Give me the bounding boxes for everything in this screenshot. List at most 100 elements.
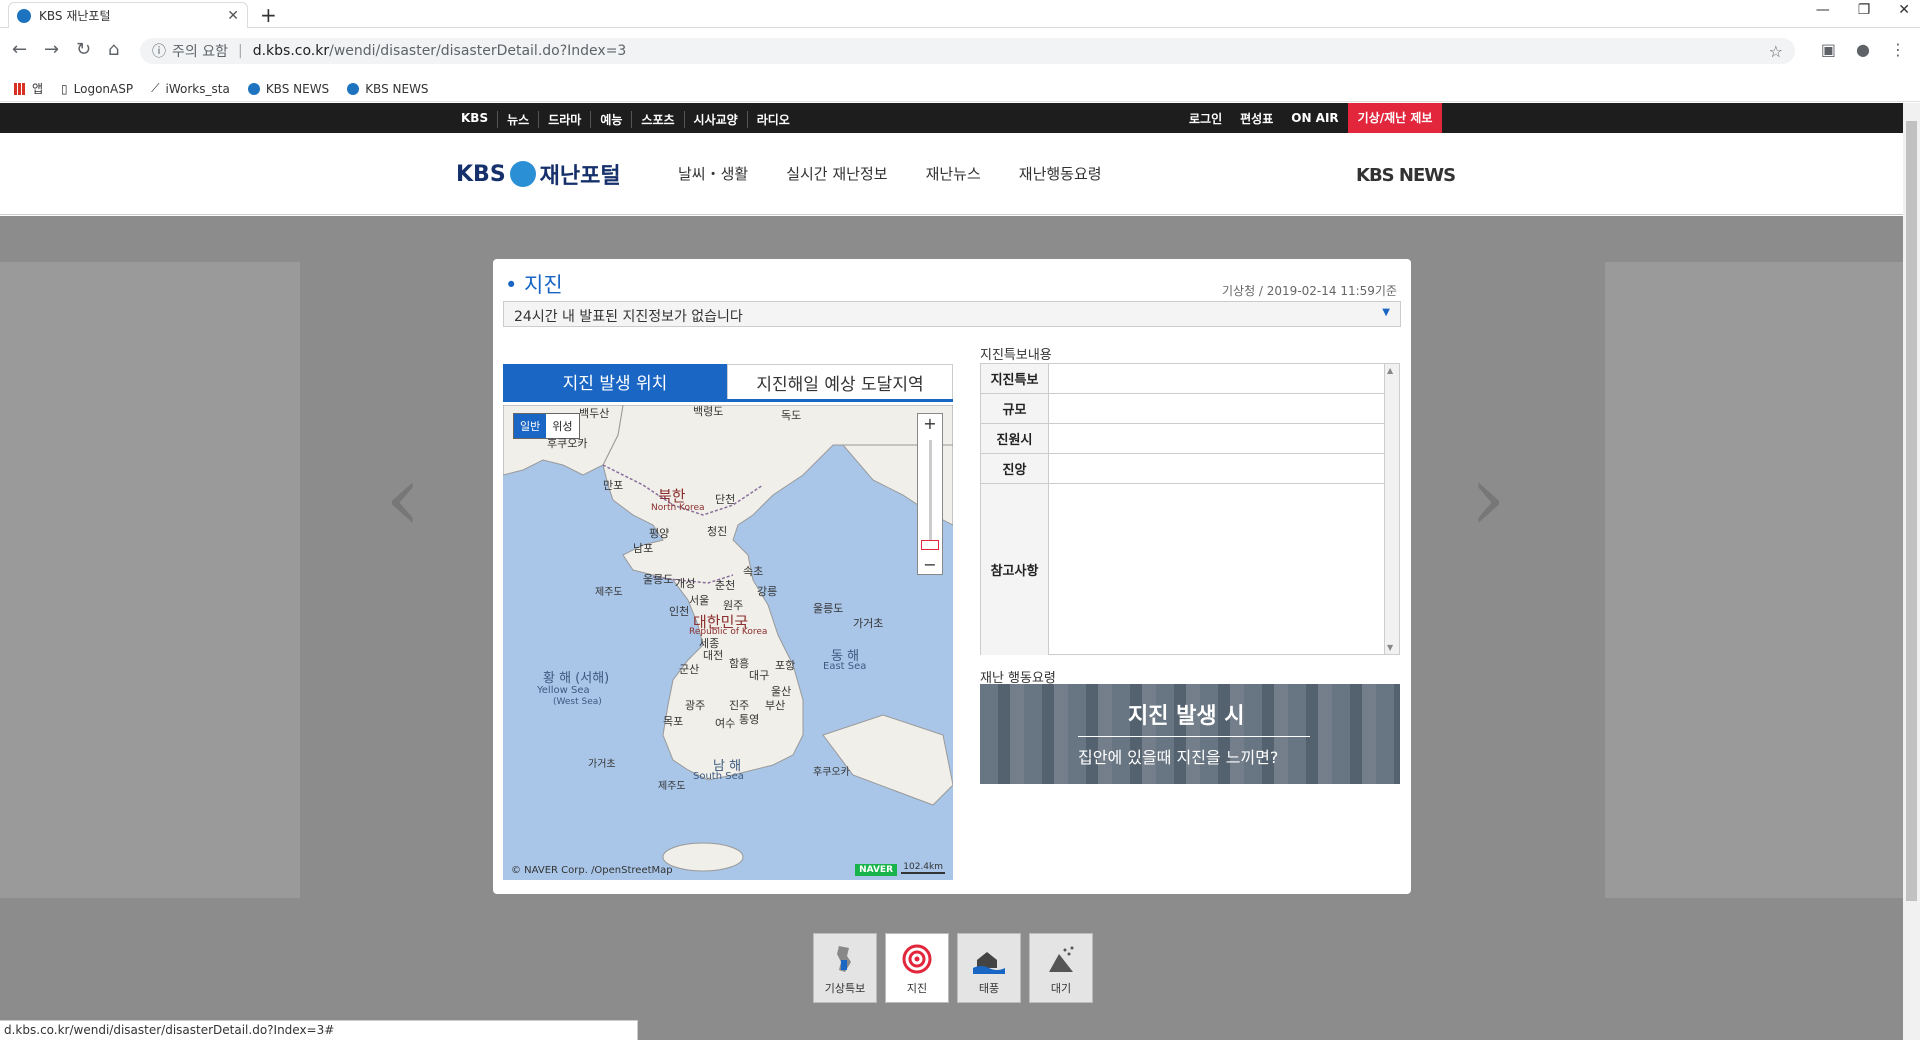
tab-tsunami[interactable]: 지진해일 예상 도달지역 (727, 364, 953, 399)
korea-map[interactable]: 일반 위성 + − 백두산 후쿠오카 독도 백령도 만포 단천 북한 North… (503, 405, 953, 880)
extension-icon[interactable]: ▣ (1821, 40, 1836, 59)
table-row: 규모 (981, 394, 1399, 424)
zoom-out-icon[interactable]: − (918, 555, 942, 574)
info-table: 지진특보 규모 진원시 진앙 참고사항 ▲ ▼ (980, 363, 1400, 655)
menu-typhoon[interactable]: 태풍 (957, 933, 1021, 1003)
map-tabs: 지진 발생 위치 지진해일 예상 도달지역 (503, 364, 953, 402)
reload-icon[interactable]: ↻ (76, 39, 91, 60)
select-value: 24시간 내 발표된 지진정보가 없습니다 (514, 309, 743, 325)
menu-label: 태풍 (978, 982, 1000, 995)
bookmark-kbs-news-2[interactable]: KBS NEWS (347, 82, 429, 96)
gnb-entertainment[interactable]: 예능 (591, 111, 633, 128)
table-row: 진앙 (981, 454, 1399, 484)
banner-subtitle: 집안에 있을때 지진을 느끼면? (1078, 748, 1279, 767)
map-label: 가거초 (588, 759, 616, 770)
map-label: 인천 (669, 605, 690, 618)
gnb-culture[interactable]: 시사교양 (685, 111, 748, 128)
map-label: 백령도 (693, 405, 724, 418)
bookmark-star-icon[interactable]: ☆ (1769, 42, 1783, 61)
security-label: 주의 요함 (172, 44, 228, 60)
map-label: 남포 (633, 542, 654, 555)
map-label: 군산 (679, 663, 700, 676)
url-input[interactable]: ⓘ 주의 요함 | d.kbs.co.kr /wendi/disaster/di… (140, 38, 1795, 64)
back-icon[interactable]: ← (12, 39, 27, 60)
gnb-drama[interactable]: 드라마 (539, 111, 592, 128)
prev-arrow-icon[interactable]: ‹ (385, 446, 421, 551)
earthquake-select[interactable]: 24시간 내 발표된 지진정보가 없습니다 ▼ (503, 301, 1401, 327)
info-heading: 지진특보내용 (980, 348, 1052, 363)
minimize-icon[interactable]: — (1816, 2, 1830, 18)
gnb-sports[interactable]: 스포츠 (632, 111, 685, 128)
map-label: 대구 (749, 669, 770, 682)
gnb-kbs[interactable]: KBS (452, 111, 499, 128)
on-air-link[interactable]: ON AIR (1282, 111, 1347, 125)
page-scrollbar[interactable] (1903, 103, 1920, 1040)
menu-air[interactable]: 대기 (1029, 933, 1093, 1003)
menu-icon[interactable]: ⋮ (1890, 40, 1906, 59)
row-value (1049, 454, 1385, 483)
login-link[interactable]: 로그인 (1180, 110, 1231, 127)
info-icon[interactable]: ⓘ (152, 41, 166, 61)
tab-title: KBS 재난포털 (39, 9, 111, 23)
bookmark-logonasp[interactable]: ▯ LogonASP (61, 82, 133, 96)
menu-weather-alert[interactable]: 기상특보 (813, 933, 877, 1003)
map-label: 평양 (649, 527, 670, 540)
browser-tabbar: KBS 재난포털 ✕ + — ❐ ✕ (0, 0, 1920, 28)
nav-weather[interactable]: 날씨・생활 (678, 163, 748, 184)
data-timestamp: 기상청 / 2019-02-14 11:59기준 (1221, 284, 1397, 298)
scroll-up-icon[interactable]: ▲ (1387, 366, 1393, 375)
map-label: 포항 (775, 659, 796, 672)
nav-news[interactable]: 재난뉴스 (926, 163, 981, 184)
report-button[interactable]: 기상/재난 제보 (1347, 103, 1443, 133)
map-label: 후쿠오카 (813, 767, 850, 778)
bookmark-apps[interactable]: 앱 (14, 80, 43, 97)
bookmark-iworks[interactable]: ⟋ iWorks_sta (151, 81, 230, 96)
zoom-handle[interactable] (921, 540, 939, 550)
main-nav: 날씨・생활 실시간 재난정보 재난뉴스 재난행동요령 (678, 163, 1102, 184)
map-label: 독도 (781, 409, 802, 422)
table-row: 진원시 (981, 424, 1399, 454)
profile-icon[interactable]: ● (1856, 40, 1870, 59)
bookmark-kbs-news-1[interactable]: KBS NEWS (247, 81, 330, 96)
map-label: 단천 (715, 493, 736, 506)
table-row: 참고사항 (981, 484, 1399, 655)
row-value (1049, 424, 1385, 453)
restore-icon[interactable]: ❐ (1858, 2, 1871, 18)
next-arrow-icon[interactable]: › (1470, 446, 1506, 551)
schedule-link[interactable]: 편성표 (1231, 110, 1282, 127)
close-tab-icon[interactable]: ✕ (227, 8, 239, 24)
chevron-down-icon: ▼ (1382, 307, 1390, 318)
kbs-news-logo[interactable]: KBS NEWS (1356, 165, 1456, 186)
map-label: 목포 (663, 715, 684, 728)
guide-banner[interactable]: 지진 발생 시 집안에 있을때 지진을 느끼면? (980, 684, 1400, 784)
menu-earthquake[interactable]: 지진 (885, 933, 949, 1003)
nav-realtime[interactable]: 실시간 재난정보 (786, 163, 887, 184)
scroll-down-icon[interactable]: ▼ (1387, 643, 1393, 652)
zoom-in-icon[interactable]: + (918, 414, 942, 433)
close-window-icon[interactable]: ✕ (1898, 2, 1910, 18)
zoom-track (929, 440, 932, 550)
gnb-news[interactable]: 뉴스 (498, 111, 540, 128)
extension-icons: ▣ ● ⋮ (1821, 40, 1906, 59)
row-key: 참고사항 (981, 484, 1049, 655)
browser-tab[interactable]: KBS 재난포털 ✕ (8, 2, 248, 28)
table-scrollbar[interactable]: ▲ ▼ (1385, 364, 1399, 654)
nav-guide[interactable]: 재난행동요령 (1019, 163, 1102, 184)
map-label: 만포 (603, 479, 624, 492)
bookmark-label: KBS NEWS (265, 81, 330, 96)
row-value (1049, 364, 1385, 393)
status-bar: d.kbs.co.kr/wendi/disaster/disasterDetai… (0, 1020, 638, 1040)
map-type-normal[interactable]: 일반 (514, 414, 547, 438)
gnb-radio[interactable]: 라디오 (748, 111, 799, 128)
sea-label: (West Sea) (553, 697, 602, 707)
global-nav: KBS 뉴스 드라마 예능 스포츠 시사교양 라디오 로그인 편성표 ON AI… (0, 103, 1903, 133)
tab-epicenter[interactable]: 지진 발생 위치 (503, 364, 727, 399)
home-icon[interactable]: ⌂ (108, 39, 119, 60)
new-tab-icon[interactable]: + (260, 3, 277, 27)
map-label: 청진 (707, 525, 728, 538)
scrollbar-thumb[interactable] (1906, 121, 1917, 901)
kbs-icon (347, 82, 360, 95)
modal-title: • 지진 (505, 273, 563, 297)
site-logo[interactable]: KBS 재난포털 (456, 158, 621, 190)
forward-icon[interactable]: → (44, 39, 59, 60)
